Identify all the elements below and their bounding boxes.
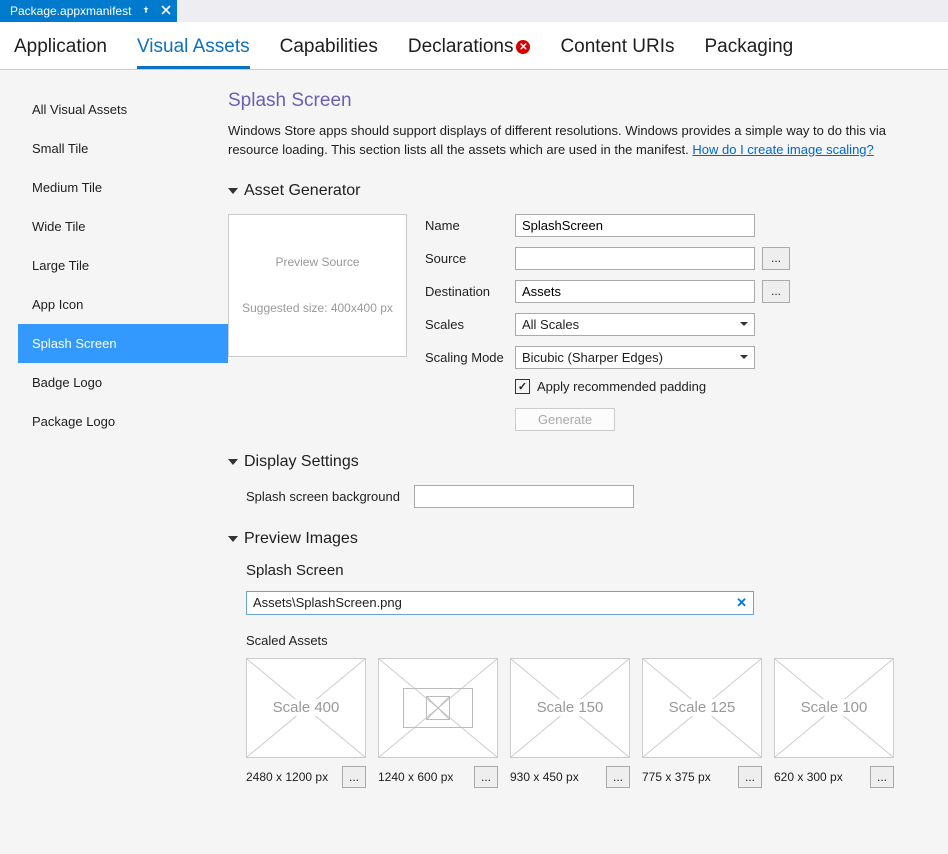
asset-browse-button[interactable]: ... <box>870 766 894 788</box>
preview-subtitle: Splash Screen <box>246 562 938 579</box>
scaled-asset: 1240 x 600 px... <box>378 658 498 788</box>
scale-label: Scale 150 <box>534 699 607 716</box>
document-tab-title: Package.appxmanifest <box>10 4 131 18</box>
splash-bg-label: Splash screen background <box>246 489 414 504</box>
generate-button[interactable]: Generate <box>515 408 615 431</box>
tab-visual-assets[interactable]: Visual Assets <box>137 36 250 69</box>
scaling-help-link[interactable]: How do I create image scaling? <box>692 142 873 157</box>
source-label: Source <box>425 251 515 266</box>
preview-source-box[interactable]: Preview Source Suggested size: 400x400 p… <box>228 214 407 357</box>
tab-packaging[interactable]: Packaging <box>705 36 794 69</box>
close-icon[interactable] <box>161 4 171 18</box>
asset-thumbnail[interactable]: Scale 150 <box>510 658 630 758</box>
section-asset-generator[interactable]: Asset Generator <box>228 182 938 200</box>
asset-thumbnail[interactable]: Scale 100 <box>774 658 894 758</box>
scale-label: Scale 100 <box>798 699 871 716</box>
scaled-asset: Scale 400 2480 x 1200 px... <box>246 658 366 788</box>
clear-icon[interactable]: ✕ <box>736 595 747 611</box>
source-input[interactable] <box>515 247 755 270</box>
splash-bg-input[interactable] <box>414 485 634 508</box>
sidebar-item-large-tile[interactable]: Large Tile <box>18 246 228 285</box>
dimension-label: 2480 x 1200 px <box>246 770 328 784</box>
tab-declarations[interactable]: Declarations✕ <box>408 36 531 69</box>
section-display-settings[interactable]: Display Settings <box>228 453 938 471</box>
sidebar-item-all-visual-assets[interactable]: All Visual Assets <box>18 90 228 129</box>
destination-browse-button[interactable]: ... <box>762 280 790 303</box>
mode-dropdown[interactable]: Bicubic (Sharper Edges) <box>515 346 755 369</box>
name-input[interactable] <box>515 214 755 237</box>
tab-capabilities[interactable]: Capabilities <box>280 36 378 69</box>
mode-label: Scaling Mode <box>425 350 515 365</box>
chevron-down-icon <box>740 355 748 359</box>
sidebar-item-badge-logo[interactable]: Badge Logo <box>18 363 228 402</box>
asset-browse-button[interactable]: ... <box>738 766 762 788</box>
dimension-label: 1240 x 600 px <box>378 770 453 784</box>
padding-label: Apply recommended padding <box>537 379 706 394</box>
scaled-asset: Scale 100 620 x 300 px... <box>774 658 894 788</box>
sidebar-item-wide-tile[interactable]: Wide Tile <box>18 207 228 246</box>
destination-input[interactable] <box>515 280 755 303</box>
dimension-label: 930 x 450 px <box>510 770 579 784</box>
sidebar-item-app-icon[interactable]: App Icon <box>18 285 228 324</box>
document-tab-strip: Package.appxmanifest <box>0 0 948 22</box>
document-tab[interactable]: Package.appxmanifest <box>0 0 177 22</box>
scale-label: Scale 400 <box>270 699 343 716</box>
scales-dropdown[interactable]: All Scales <box>515 313 755 336</box>
asset-thumbnail[interactable] <box>378 658 498 758</box>
name-label: Name <box>425 218 515 233</box>
tab-content-uris[interactable]: Content URIs <box>560 36 674 69</box>
source-browse-button[interactable]: ... <box>762 247 790 270</box>
splash-path-input[interactable]: Assets\SplashScreen.png ✕ <box>246 591 754 615</box>
asset-thumbnail[interactable]: Scale 400 <box>246 658 366 758</box>
content-area: All Visual AssetsSmall TileMedium TileWi… <box>0 70 948 788</box>
description: Windows Store apps should support displa… <box>228 122 938 160</box>
dimension-label: 620 x 300 px <box>774 770 843 784</box>
sidebar-item-package-logo[interactable]: Package Logo <box>18 402 228 441</box>
sidebar: All Visual AssetsSmall TileMedium TileWi… <box>0 90 228 788</box>
sidebar-item-medium-tile[interactable]: Medium Tile <box>18 168 228 207</box>
pin-icon[interactable] <box>141 4 151 18</box>
scales-label: Scales <box>425 317 515 332</box>
sidebar-item-small-tile[interactable]: Small Tile <box>18 129 228 168</box>
scaled-asset: Scale 150 930 x 450 px... <box>510 658 630 788</box>
sidebar-item-splash-screen[interactable]: Splash Screen <box>18 324 228 363</box>
asset-browse-button[interactable]: ... <box>474 766 498 788</box>
error-icon: ✕ <box>516 40 530 54</box>
scale-label: Scale 125 <box>666 699 739 716</box>
scaled-assets-label: Scaled Assets <box>246 633 938 648</box>
tab-application[interactable]: Application <box>14 36 107 69</box>
chevron-down-icon <box>228 536 238 542</box>
asset-preview-icon <box>403 688 473 728</box>
section-preview-images[interactable]: Preview Images <box>228 530 938 548</box>
chevron-down-icon <box>228 188 238 194</box>
scaled-asset: Scale 125 775 x 375 px... <box>642 658 762 788</box>
asset-browse-button[interactable]: ... <box>606 766 630 788</box>
asset-browse-button[interactable]: ... <box>342 766 366 788</box>
chevron-down-icon <box>740 322 748 326</box>
manifest-tabs: Application Visual Assets Capabilities Decl… <box>0 22 948 70</box>
asset-thumbnail[interactable]: Scale 125 <box>642 658 762 758</box>
chevron-down-icon <box>228 459 238 465</box>
panel: Splash Screen Windows Store apps should … <box>228 90 948 788</box>
destination-label: Destination <box>425 284 515 299</box>
page-title: Splash Screen <box>228 90 938 112</box>
dimension-label: 775 x 375 px <box>642 770 711 784</box>
padding-checkbox[interactable]: ✓ <box>515 379 530 394</box>
